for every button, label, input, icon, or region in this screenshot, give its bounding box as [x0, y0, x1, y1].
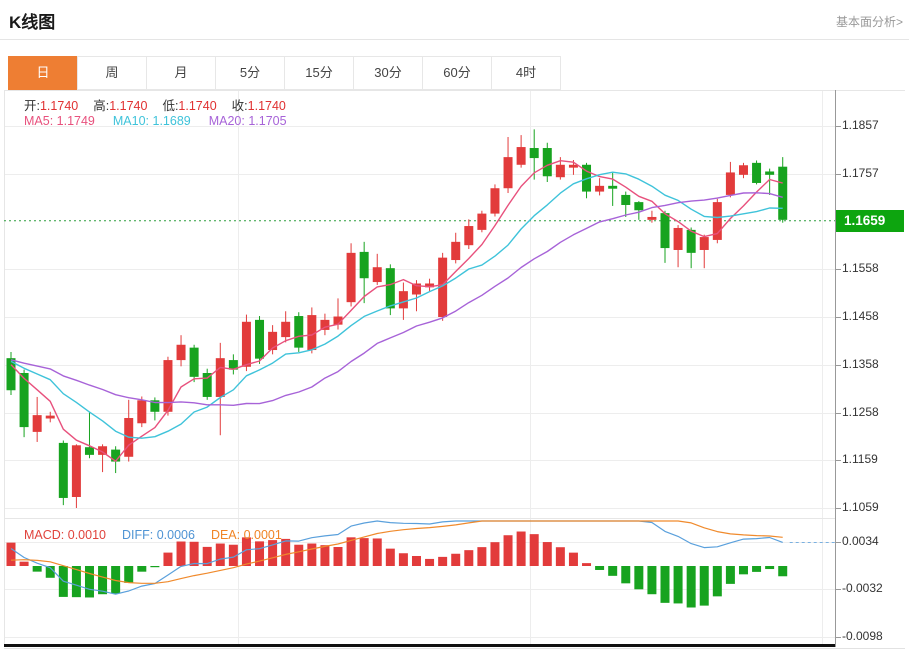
price-axis-label: 1.1558: [842, 261, 879, 275]
tab-月[interactable]: 月: [146, 56, 216, 90]
current-price-tag: 1.1659: [836, 210, 904, 232]
macd-item-macd: MACD: 0.0010: [24, 528, 106, 542]
price-axis-label: 1.1757: [842, 166, 879, 180]
tab-周[interactable]: 周: [77, 56, 147, 90]
close-value: 1.1740: [248, 99, 286, 113]
price-axis-label: 1.1857: [842, 118, 879, 132]
close-label: 收:: [232, 99, 248, 113]
tab-4时[interactable]: 4时: [491, 56, 561, 90]
tab-30分[interactable]: 30分: [353, 56, 423, 90]
tab-60分[interactable]: 60分: [422, 56, 492, 90]
ma-item-ma5: MA5: 1.1749: [24, 114, 95, 128]
price-axis-label: 1.1358: [842, 357, 879, 371]
macd-item-diff: DIFF: 0.0006: [122, 528, 195, 542]
ma-item-ma10: MA10: 1.1689: [113, 114, 191, 128]
ma-item-ma20: MA20: 1.1705: [209, 114, 287, 128]
ma-legend: MA5: 1.1749 MA10: 1.1689 MA20: 1.1705: [24, 114, 287, 128]
macd-legend: MACD: 0.0010 DIFF: 0.0006 DEA: 0.0001: [24, 528, 282, 542]
low-value: 1.1740: [178, 99, 216, 113]
price-axis-label: 1.1059: [842, 500, 879, 514]
tab-15分[interactable]: 15分: [284, 56, 354, 90]
low-label: 低:: [162, 99, 178, 113]
fundamental-analysis-link[interactable]: 基本面分析>: [836, 13, 903, 30]
price-axis-label: 1.1159: [842, 452, 878, 466]
page-title: K线图: [9, 8, 55, 33]
widget-header: K线图 基本面分析>: [0, 0, 909, 40]
tab-日[interactable]: 日: [8, 56, 78, 90]
high-label: 高:: [93, 99, 109, 113]
interval-tabbar: 日周月5分15分30分60分4时: [8, 56, 561, 90]
tab-5分[interactable]: 5分: [215, 56, 285, 90]
macd-axis-label: 0.0034: [842, 534, 879, 548]
open-label: 开:: [24, 99, 40, 113]
macd-axis-label: -0.0098: [842, 629, 883, 643]
kline-widget: K线图 基本面分析> 日周月5分15分30分60分4时 开:1.1740 高:1…: [0, 0, 909, 650]
price-axis-label: 1.1458: [842, 309, 879, 323]
price-axis-label: 1.1258: [842, 405, 879, 419]
macd-axis-label: -0.0032: [842, 581, 883, 595]
high-value: 1.1740: [109, 99, 147, 113]
open-value: 1.1740: [40, 99, 78, 113]
macd-item-dea: DEA: 0.0001: [211, 528, 282, 542]
ohlc-legend: 开:1.1740 高:1.1740 低:1.1740 收:1.1740: [24, 95, 286, 114]
